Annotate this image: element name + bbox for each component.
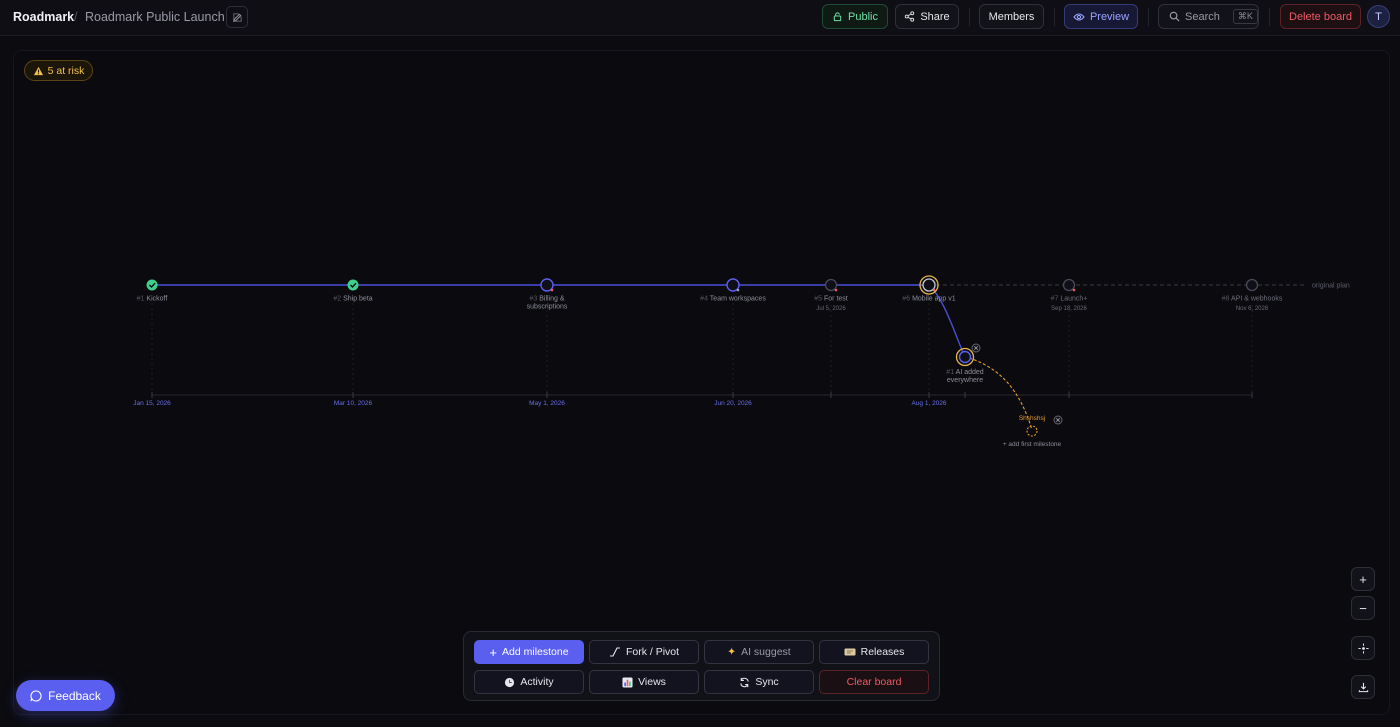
milestone-title: Billing & xyxy=(539,296,565,303)
milestone-number: #5 xyxy=(814,296,822,303)
views-button[interactable]: Views xyxy=(589,670,699,694)
milestone-number: #2 xyxy=(333,296,341,303)
svg-text:#7 Launch+: #7 Launch+ xyxy=(1051,296,1088,303)
svg-text:#3 Billing &: #3 Billing & xyxy=(529,296,564,303)
download-icon xyxy=(1358,682,1368,692)
milestone-title: Ship beta xyxy=(343,296,373,303)
milestone-number: #6 xyxy=(902,296,910,303)
plus-icon: + xyxy=(1359,571,1367,587)
milestone-date: Nov 6, 2026 xyxy=(1236,306,1269,312)
clear-board-label: Clear board xyxy=(846,676,902,688)
activity-button[interactable]: Activity xyxy=(474,670,584,694)
axis-date-label: May 1, 2026 xyxy=(529,400,565,407)
svg-text:#6 Mobile app v1: #6 Mobile app v1 xyxy=(902,296,955,303)
svg-text:#8 API & webhooks: #8 API & webhooks xyxy=(1222,296,1283,303)
milestone-title: Kickoff xyxy=(146,296,167,303)
branch-placeholder-marker xyxy=(1026,425,1038,437)
axis-date-label: Aug 1, 2026 xyxy=(911,400,946,407)
add-milestone-label: Add milestone xyxy=(502,646,569,658)
activity-label: Activity xyxy=(520,676,554,688)
board-toolbar: + Add milestone Fork / Pivot ✦ AI sugges… xyxy=(463,631,940,701)
milestone-ship-beta: #2 Ship beta xyxy=(333,279,373,303)
milestone-number: #1 xyxy=(137,296,145,303)
milestone-mobile-app: #6 Mobile app v1 xyxy=(902,275,956,303)
risk-dot xyxy=(834,288,838,292)
svg-text:#4 Team workspaces: #4 Team workspaces xyxy=(700,296,766,303)
milestone-launch-plus: #7 Launch+ Sep 18, 2026 xyxy=(1051,278,1088,312)
risk-dot xyxy=(932,288,936,292)
milestone-date: Jul 5, 2026 xyxy=(816,306,846,312)
svg-text:#2 Ship beta: #2 Ship beta xyxy=(333,296,372,303)
clock-icon xyxy=(505,677,515,687)
recenter-button[interactable] xyxy=(1351,636,1375,660)
crosshair-icon xyxy=(1357,642,1369,654)
milestone-title: Team workspaces xyxy=(710,296,767,303)
chat-bubble-icon xyxy=(30,689,42,701)
milestone-title-line2: everywhere xyxy=(947,377,983,384)
milestone-title: Launch+ xyxy=(1060,296,1087,303)
axis-date-label: Jun 20, 2026 xyxy=(714,400,752,407)
milestone-number: #3 xyxy=(529,296,537,303)
milestone-date: Sep 18, 2026 xyxy=(1051,306,1087,312)
status-dot xyxy=(736,288,740,292)
milestone-kickoff: #1 Kickoff xyxy=(137,279,168,303)
fork-icon xyxy=(609,647,620,657)
planned-marker xyxy=(824,278,838,292)
milestone-billing: #3 Billing & subscriptions xyxy=(527,278,568,311)
zoom-out-button[interactable]: − xyxy=(1351,596,1375,620)
milestone-team-workspaces: #4 Team workspaces xyxy=(700,278,766,303)
milestone-number: #1 xyxy=(946,369,954,376)
views-label: Views xyxy=(638,676,666,688)
branch-name: Shshshsj xyxy=(1019,415,1045,422)
zoom-in-button[interactable]: + xyxy=(1351,567,1375,591)
milestone-api-webhooks: #8 API & webhooks Nov 6, 2026 xyxy=(1222,278,1283,312)
done-marker xyxy=(347,279,359,291)
fork-milestone-marker xyxy=(958,350,972,364)
milestone-title: API & webhooks xyxy=(1231,296,1283,303)
minus-icon: − xyxy=(1359,600,1367,616)
milestone-number: #8 xyxy=(1222,296,1230,303)
timeline: Jan 15, 2026 Mar 10, 2026 May 1, 2026 Ju… xyxy=(133,275,1350,448)
feedback-label: Feedback xyxy=(48,688,101,703)
milestone-ai-added: #1 AI added everywhere xyxy=(946,343,984,384)
bar-chart-icon xyxy=(622,676,633,688)
releases-label: Releases xyxy=(860,646,905,658)
plus-icon: + xyxy=(489,644,498,660)
axis-date-label: Jan 15, 2026 xyxy=(133,400,171,407)
feedback-button[interactable]: Feedback xyxy=(16,680,115,711)
sync-label: Sync xyxy=(755,676,779,688)
branch-shshshsj: Shshshsj + add first milestone xyxy=(1003,415,1063,448)
milestone-title: Mobile app v1 xyxy=(912,296,956,303)
milestone-number: #4 xyxy=(700,296,708,303)
releases-button[interactable]: Releases xyxy=(819,640,929,664)
sparkles-icon: ✦ xyxy=(727,646,737,658)
original-plan-label: original plan xyxy=(1312,283,1350,290)
sync-icon xyxy=(740,677,750,687)
milestone-title-line2: subscriptions xyxy=(527,304,568,311)
axis-date-label: Mar 10, 2026 xyxy=(334,400,373,407)
fork-pivot-button[interactable]: Fork / Pivot xyxy=(589,640,699,664)
svg-text:#5 For test: #5 For test xyxy=(814,296,848,303)
clear-board-button[interactable]: Clear board xyxy=(819,670,929,694)
done-marker xyxy=(146,279,158,291)
ticket-icon xyxy=(844,648,856,656)
svg-text:#1 Kickoff: #1 Kickoff xyxy=(137,296,168,303)
ai-suggest-label: AI suggest xyxy=(741,646,791,658)
risk-dot xyxy=(550,288,554,292)
fork-pivot-label: Fork / Pivot xyxy=(625,646,680,658)
planned-marker xyxy=(1245,278,1259,292)
risk-dot xyxy=(1072,288,1076,292)
sync-button[interactable]: Sync xyxy=(704,670,814,694)
milestone-title: AI added xyxy=(956,369,984,376)
add-first-milestone-link: + add first milestone xyxy=(1003,441,1062,448)
download-button[interactable] xyxy=(1351,675,1375,699)
svg-text:#1 AI added: #1 AI added xyxy=(946,369,983,376)
planned-marker xyxy=(1062,278,1076,292)
add-milestone-button[interactable]: + Add milestone xyxy=(474,640,584,664)
milestone-number: #7 xyxy=(1051,296,1059,303)
milestone-title: For test xyxy=(824,296,848,303)
ai-suggest-button[interactable]: ✦ AI suggest xyxy=(704,640,814,664)
